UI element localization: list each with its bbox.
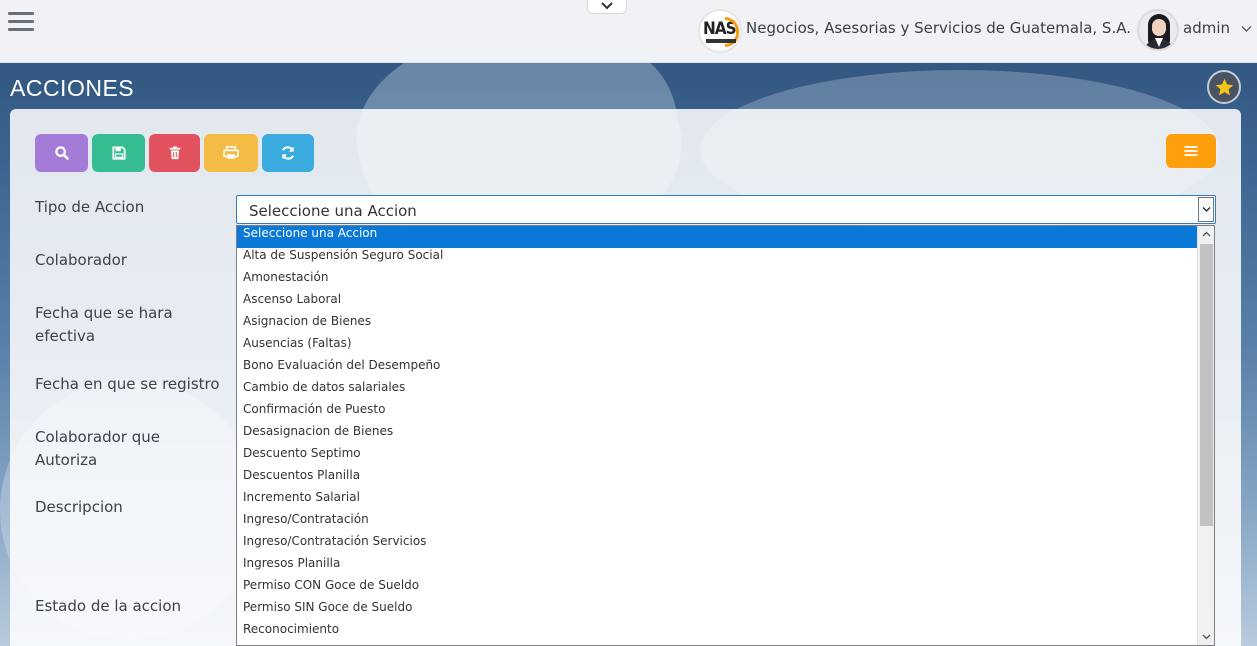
dropdown-option[interactable]: Confirmación de Puesto [237, 402, 1198, 424]
company-logo[interactable]: NAS [698, 9, 742, 53]
chevron-down-icon [1241, 25, 1252, 32]
label-tipo-accion: Tipo de Accion [35, 198, 145, 216]
collapse-header-button[interactable] [587, 0, 627, 14]
page-title: ACCIONES [10, 75, 135, 101]
tipo-accion-select[interactable]: Seleccione una Accion [236, 195, 1216, 224]
company-selector[interactable]: Negocios, Asesorias y Servicios de Guate… [746, 19, 1153, 37]
label-descripcion: Descripcion [35, 498, 123, 516]
save-icon [111, 146, 126, 160]
dropdown-scrollbar[interactable] [1197, 226, 1214, 645]
chevron-down-icon [1202, 207, 1211, 212]
chevron-down-icon [1202, 634, 1211, 640]
favorite-button[interactable] [1207, 70, 1241, 104]
delete-button[interactable] [149, 134, 200, 172]
search-icon [54, 146, 69, 160]
dropdown-option[interactable]: Seleccione una Accion [237, 226, 1198, 248]
dropdown-option[interactable]: Descuento Septimo [237, 446, 1198, 468]
dropdown-option[interactable]: Permiso SIN Goce de Sueldo [237, 600, 1198, 622]
dropdown-option[interactable]: Cambio de datos salariales [237, 380, 1198, 402]
dropdown-option[interactable]: Reconocimiento [237, 622, 1198, 644]
scroll-down-button[interactable] [1198, 629, 1214, 645]
user-avatar[interactable] [1137, 9, 1179, 51]
dropdown-option[interactable]: Ingreso/Contratación [237, 512, 1198, 534]
user-menu[interactable]: admin [1183, 19, 1252, 37]
chevron-up-icon [1202, 231, 1211, 237]
user-name: admin [1183, 19, 1230, 37]
dropdown-option[interactable]: Ingreso/Contratación Servicios [237, 534, 1198, 556]
refresh-icon [281, 146, 295, 160]
refresh-button[interactable] [262, 134, 314, 172]
label-fecha-efectiva: Fecha que se hara efectiva [35, 304, 173, 345]
top-navbar: NAS Negocios, Asesorias y Servicios de G… [0, 0, 1257, 63]
company-name: Negocios, Asesorias y Servicios de Guate… [746, 19, 1131, 37]
hamburger-menu-icon[interactable] [8, 12, 34, 34]
dropdown-option[interactable]: Ausencias (Faltas) [237, 336, 1198, 358]
dropdown-option[interactable]: Bono Evaluación del Desempeño [237, 358, 1198, 380]
label-fecha-registro: Fecha en que se registro [35, 375, 220, 393]
chevron-down-icon [601, 2, 613, 10]
print-icon [223, 146, 239, 159]
tipo-accion-selected-value: Seleccione una Accion [249, 202, 417, 220]
scroll-up-button[interactable] [1198, 226, 1214, 242]
dropdown-option[interactable]: Amonestación [237, 270, 1198, 292]
dropdown-option[interactable]: Ingresos Planilla [237, 556, 1198, 578]
label-colaborador: Colaborador [35, 251, 127, 269]
label-estado: Estado de la accion [35, 597, 182, 615]
scroll-thumb[interactable] [1200, 244, 1213, 526]
print-button[interactable] [204, 134, 258, 172]
search-button[interactable] [35, 134, 88, 172]
dropdown-option[interactable]: Permiso CON Goce de Sueldo [237, 578, 1198, 600]
dropdown-option[interactable]: Descuentos Planilla [237, 468, 1198, 490]
menu-icon [1184, 146, 1198, 156]
save-button[interactable] [92, 134, 145, 172]
star-icon [1215, 78, 1234, 96]
options-menu-button[interactable] [1166, 134, 1216, 168]
dropdown-option[interactable]: Alta de Suspensión Seguro Social [237, 248, 1198, 270]
trash-icon [169, 146, 180, 160]
dropdown-option[interactable]: Incremento Salarial [237, 490, 1198, 512]
tipo-accion-dropdown-list[interactable]: Seleccione una Accion Alta de Suspensión … [236, 225, 1215, 646]
select-arrow[interactable] [1198, 197, 1214, 222]
dropdown-option[interactable]: Ascenso Laboral [237, 292, 1198, 314]
label-colaborador-autoriza: Colaborador que Autoriza [35, 428, 160, 469]
dropdown-option[interactable]: Asignacion de Bienes [237, 314, 1198, 336]
dropdown-option[interactable]: Desasignacion de Bienes [237, 424, 1198, 446]
